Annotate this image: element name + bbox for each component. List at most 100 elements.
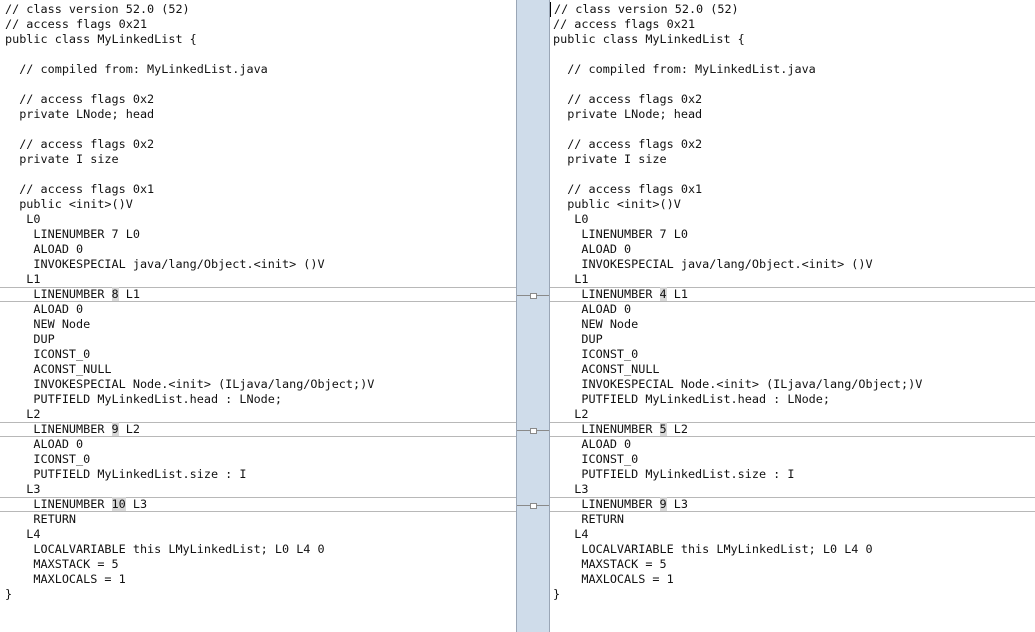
- left-code-line: L0: [5, 212, 41, 226]
- changed-line-prefix: LINENUMBER: [553, 422, 660, 436]
- left-code-line: // access flags 0x2: [5, 137, 155, 151]
- left-code-line: PUTFIELD MyLinkedList.size : I: [5, 467, 247, 481]
- right-code-line: // access flags 0x2: [553, 92, 703, 106]
- changed-line-suffix: L2: [118, 422, 140, 436]
- right-code-line: ALOAD 0: [553, 302, 632, 316]
- left-code-line: PUTFIELD MyLinkedList.head : LNode;: [5, 392, 282, 406]
- changed-value-highlight: 8: [111, 287, 119, 301]
- right-code-line: INVOKESPECIAL java/lang/Object.<init> ()…: [553, 257, 873, 271]
- left-code-line: [0, 167, 516, 182]
- right-code-line: private I size: [553, 152, 667, 166]
- changed-line-suffix: L1: [118, 287, 140, 301]
- left-code-line: L3: [5, 482, 41, 496]
- left-code-line: MAXLOCALS = 1: [5, 572, 126, 586]
- right-code-line: }: [553, 587, 561, 601]
- right-code-line: PUTFIELD MyLinkedList.size : I: [553, 467, 795, 481]
- left-code-line: ALOAD 0: [5, 242, 84, 256]
- left-code-line: LOCALVARIABLE this LMyLinkedList; L0 L4 …: [5, 542, 325, 556]
- left-code-line: [0, 47, 516, 62]
- right-code-line: L4: [553, 527, 589, 541]
- left-code-line: private LNode; head: [5, 107, 155, 121]
- changed-line-prefix: LINENUMBER: [5, 422, 112, 436]
- left-code-lines: // class version 52.0 (52) // access flag…: [0, 2, 516, 602]
- changed-line-prefix: LINENUMBER: [553, 287, 660, 301]
- left-code-line: ICONST_0: [5, 347, 91, 361]
- changed-line-prefix: LINENUMBER: [5, 497, 112, 511]
- left-code-line: L2: [5, 407, 41, 421]
- right-code-line: // access flags 0x1: [553, 182, 703, 196]
- left-changed-line: LINENUMBER 8 L1: [0, 287, 516, 302]
- right-code-line: NEW Node: [553, 317, 639, 331]
- left-code-line: public class MyLinkedList {: [5, 32, 197, 46]
- right-code-line: // access flags 0x21: [553, 17, 696, 31]
- right-code-line: public <init>()V: [553, 197, 681, 211]
- changed-value-highlight: 5: [659, 422, 667, 436]
- right-code-line: MAXSTACK = 5: [553, 557, 667, 571]
- changed-value-highlight: 10: [111, 497, 126, 511]
- right-code-line: L2: [553, 407, 589, 421]
- right-changed-line: LINENUMBER 4 L1: [550, 287, 1035, 302]
- changed-line-suffix: L1: [666, 287, 688, 301]
- left-code-line: public <init>()V: [5, 197, 133, 211]
- changed-line-suffix: L3: [666, 497, 688, 511]
- right-compare-pane[interactable]: // class version 52.0 (52)// access flag…: [549, 0, 1035, 632]
- right-code-line: ICONST_0: [553, 452, 639, 466]
- left-code-line: private I size: [5, 152, 119, 166]
- right-code-line: [550, 122, 1035, 137]
- left-changed-line: LINENUMBER 10 L3: [0, 497, 516, 512]
- right-code-line: INVOKESPECIAL Node.<init> (ILjava/lang/O…: [553, 377, 923, 391]
- left-code-line: // class version 52.0 (52): [5, 2, 190, 16]
- left-code-line: L1: [5, 272, 41, 286]
- changed-value-highlight: 9: [659, 497, 667, 511]
- right-code-line: private LNode; head: [553, 107, 703, 121]
- left-compare-pane[interactable]: // class version 52.0 (52) // access flag…: [0, 0, 517, 632]
- right-code-line: L0: [553, 212, 589, 226]
- right-code-line: // compiled from: MyLinkedList.java: [553, 62, 816, 76]
- right-code-lines: // class version 52.0 (52)// access flag…: [550, 2, 1035, 602]
- left-code-line: // access flags 0x2: [5, 92, 155, 106]
- diff-connector[interactable]: [517, 293, 549, 299]
- diff-connector[interactable]: [517, 503, 549, 509]
- left-changed-line: LINENUMBER 9 L2: [0, 422, 516, 437]
- right-code-line: L1: [553, 272, 589, 286]
- right-code-line: [550, 77, 1035, 92]
- left-code-line: DUP: [5, 332, 55, 346]
- right-code-line: ICONST_0: [553, 347, 639, 361]
- right-code-line: ALOAD 0: [553, 242, 632, 256]
- right-code-line: PUTFIELD MyLinkedList.head : LNode;: [553, 392, 830, 406]
- right-code-line: LINENUMBER 7 L0: [553, 227, 688, 241]
- right-changed-line: LINENUMBER 9 L3: [550, 497, 1035, 512]
- diff-connector-handle[interactable]: [530, 293, 537, 299]
- left-code-line: LINENUMBER 7 L0: [5, 227, 140, 241]
- left-code-line: INVOKESPECIAL Node.<init> (ILjava/lang/O…: [5, 377, 375, 391]
- changed-line-suffix: L2: [666, 422, 688, 436]
- changed-value-highlight: 9: [111, 422, 119, 436]
- right-changed-line: LINENUMBER 5 L2: [550, 422, 1035, 437]
- changed-value-highlight: 4: [659, 287, 667, 301]
- right-code-line: LOCALVARIABLE this LMyLinkedList; L0 L4 …: [553, 542, 873, 556]
- left-code-line: NEW Node: [5, 317, 91, 331]
- left-code-line: ICONST_0: [5, 452, 91, 466]
- right-code-line: [550, 167, 1035, 182]
- right-code-line: DUP: [553, 332, 603, 346]
- left-code-line: L4: [5, 527, 41, 541]
- right-code-line: ALOAD 0: [553, 437, 632, 451]
- left-code-line: [0, 122, 516, 137]
- left-code-line: MAXSTACK = 5: [5, 557, 119, 571]
- changed-line-prefix: LINENUMBER: [5, 287, 112, 301]
- left-code-line: ALOAD 0: [5, 302, 84, 316]
- right-code-line: L3: [553, 482, 589, 496]
- diff-connector-handle[interactable]: [530, 503, 537, 509]
- left-code-line: // access flags 0x1: [5, 182, 155, 196]
- left-code-line: RETURN: [5, 512, 77, 526]
- left-code-line: [0, 77, 516, 92]
- right-code-line: public class MyLinkedList {: [553, 32, 745, 46]
- left-code-line: INVOKESPECIAL java/lang/Object.<init> ()…: [5, 257, 325, 271]
- right-code-line: RETURN: [553, 512, 625, 526]
- left-code-line: ACONST_NULL: [5, 362, 112, 376]
- left-code-line: // compiled from: MyLinkedList.java: [5, 62, 268, 76]
- changed-line-suffix: L3: [125, 497, 148, 511]
- diff-connector-handle[interactable]: [530, 428, 537, 434]
- diff-connector[interactable]: [517, 428, 549, 434]
- left-code-line: ALOAD 0: [5, 437, 84, 451]
